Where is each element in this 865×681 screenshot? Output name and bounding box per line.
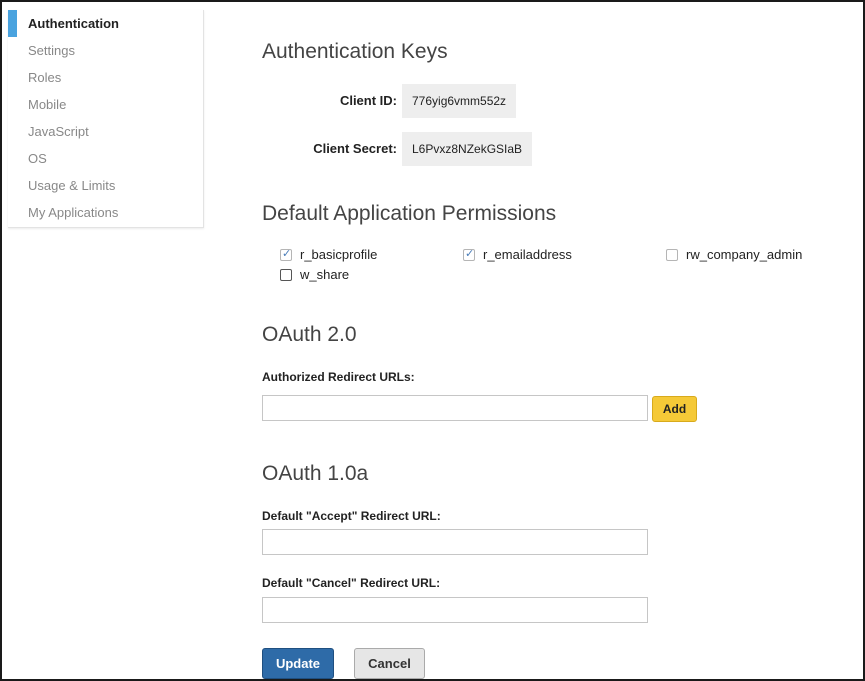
authorized-redirect-label: Authorized Redirect URLs: bbox=[262, 370, 415, 384]
permission-w-share[interactable]: w_share bbox=[280, 267, 349, 282]
sidebar-item-javascript[interactable]: JavaScript bbox=[8, 118, 203, 145]
permission-label: w_share bbox=[300, 267, 350, 282]
permissions-heading: Default Application Permissions bbox=[262, 202, 557, 225]
r-basicprofile-checkbox[interactable] bbox=[280, 247, 292, 261]
accept-redirect-label: Default "Accept" Redirect URL: bbox=[262, 509, 441, 523]
cancel-redirect-label: Default "Cancel" Redirect URL: bbox=[262, 576, 441, 590]
client-secret-value: L6Pvxz8NZekGSIaB bbox=[402, 132, 533, 166]
sidebar-item-authentication[interactable]: Authentication bbox=[8, 10, 203, 37]
sidebar-item-os[interactable]: OS bbox=[8, 145, 203, 172]
add-redirect-button[interactable]: Add bbox=[652, 396, 697, 422]
cancel-button[interactable]: Cancel bbox=[354, 648, 425, 679]
update-button[interactable]: Update bbox=[262, 648, 334, 679]
oauth1-heading: OAuth 1.0a bbox=[262, 462, 369, 485]
permission-label: r_emailaddress bbox=[483, 247, 572, 262]
app-window: Authentication Settings Roles Mobile Jav… bbox=[0, 0, 865, 681]
w-share-checkbox[interactable] bbox=[280, 268, 292, 281]
rw-company-admin-checkbox[interactable] bbox=[666, 248, 678, 261]
sidebar-nav: Authentication Settings Roles Mobile Jav… bbox=[8, 10, 204, 228]
sidebar-item-settings[interactable]: Settings bbox=[8, 37, 203, 64]
cancel-redirect-input[interactable] bbox=[262, 597, 648, 623]
permission-r-emailaddress[interactable]: r_emailaddress bbox=[463, 247, 572, 262]
accept-redirect-input[interactable] bbox=[262, 529, 648, 555]
authorized-redirect-input[interactable] bbox=[262, 395, 648, 421]
client-id-label: Client ID: bbox=[339, 93, 397, 108]
auth-keys-heading: Authentication Keys bbox=[262, 40, 448, 63]
client-secret-label: Client Secret: bbox=[313, 141, 397, 156]
sidebar-item-usage-limits[interactable]: Usage & Limits bbox=[8, 172, 203, 199]
sidebar-item-mobile[interactable]: Mobile bbox=[8, 91, 203, 118]
client-id-value: 776yig6vmm552z bbox=[402, 84, 517, 118]
r-emailaddress-checkbox[interactable] bbox=[463, 247, 475, 261]
sidebar-item-my-applications[interactable]: My Applications bbox=[8, 199, 203, 226]
permission-label: r_basicprofile bbox=[300, 247, 378, 262]
sidebar-item-roles[interactable]: Roles bbox=[8, 64, 203, 91]
permission-r-basicprofile[interactable]: r_basicprofile bbox=[280, 247, 377, 262]
oauth2-heading: OAuth 2.0 bbox=[262, 323, 357, 346]
permission-label: rw_company_admin bbox=[686, 247, 803, 262]
permission-rw-company-admin[interactable]: rw_company_admin bbox=[666, 247, 802, 262]
